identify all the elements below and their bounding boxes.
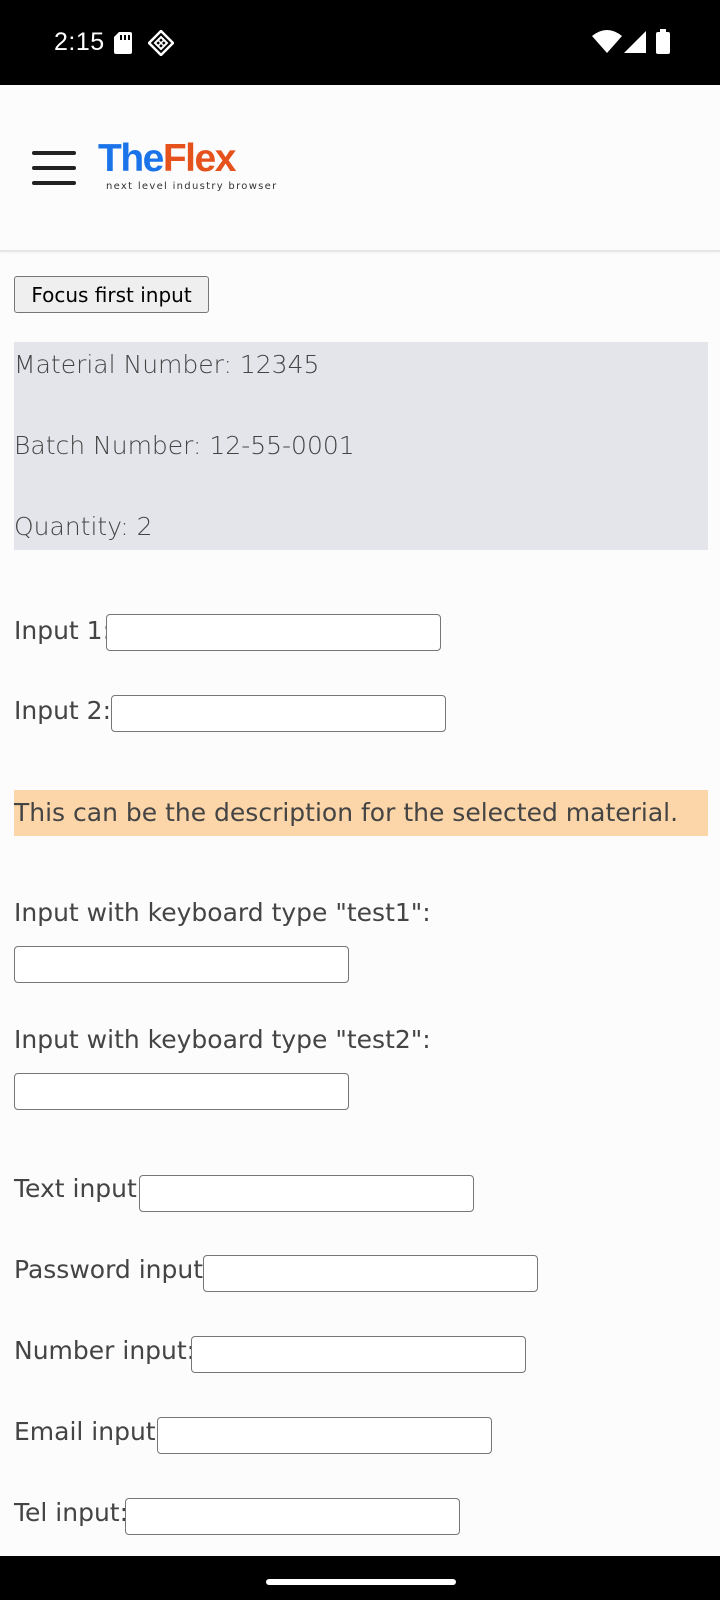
email-input-label: Email input: <box>14 1417 165 1446</box>
material-info-box: Material Number: 12345 Batch Number: 12-… <box>14 342 708 550</box>
number-input-field[interactable] <box>191 1336 526 1373</box>
password-input-label: Password input: <box>14 1255 212 1284</box>
logo-flex: Flex <box>162 137 237 180</box>
theflex-logo: TheFlex next level industry browser <box>98 139 298 199</box>
tel-input-field[interactable] <box>125 1498 460 1535</box>
wifi-icon <box>592 30 622 53</box>
text-input-field[interactable] <box>139 1175 474 1212</box>
keyboard-test2-field[interactable] <box>14 1073 349 1110</box>
number-input-label: Number input: <box>14 1336 196 1365</box>
input-2-field[interactable] <box>111 695 446 732</box>
batch-number-text: Batch Number: 12-55-0001 <box>14 431 355 460</box>
keyboard-test1-label: Input with keyboard type "test1": <box>14 898 431 927</box>
status-time: 2:15 <box>54 28 105 56</box>
logo-the: The <box>98 137 164 180</box>
input-1-label: Input 1: <box>14 616 112 645</box>
sd-card-icon <box>114 32 132 54</box>
text-input-label: Text input: <box>14 1174 146 1203</box>
status-bar: 2:15 <box>0 0 720 85</box>
input-1-field[interactable] <box>106 614 441 651</box>
material-number-text: Material Number: 12345 <box>14 350 320 379</box>
logo-tagline: next level industry browser <box>106 181 278 192</box>
email-input-field[interactable] <box>157 1417 492 1454</box>
home-gesture-pill[interactable] <box>266 1579 456 1585</box>
tel-input-label: Tel input: <box>14 1498 129 1527</box>
diamond-icon <box>148 30 174 56</box>
keyboard-test2-label: Input with keyboard type "test2": <box>14 1025 431 1054</box>
navigation-bar <box>0 1556 720 1600</box>
battery-icon <box>656 29 670 54</box>
app-header: TheFlex next level industry browser <box>0 85 720 252</box>
input-2-label: Input 2: <box>14 696 112 725</box>
material-description-text: This can be the description for the sele… <box>14 798 679 827</box>
quantity-text: Quantity: 2 <box>14 512 153 541</box>
signal-icon <box>624 31 646 53</box>
hamburger-menu-icon[interactable] <box>32 151 76 185</box>
focus-first-input-button[interactable]: Focus first input <box>14 276 209 313</box>
material-description-box: This can be the description for the sele… <box>14 790 708 836</box>
password-input-field[interactable] <box>203 1255 538 1292</box>
keyboard-test1-field[interactable] <box>14 946 349 983</box>
